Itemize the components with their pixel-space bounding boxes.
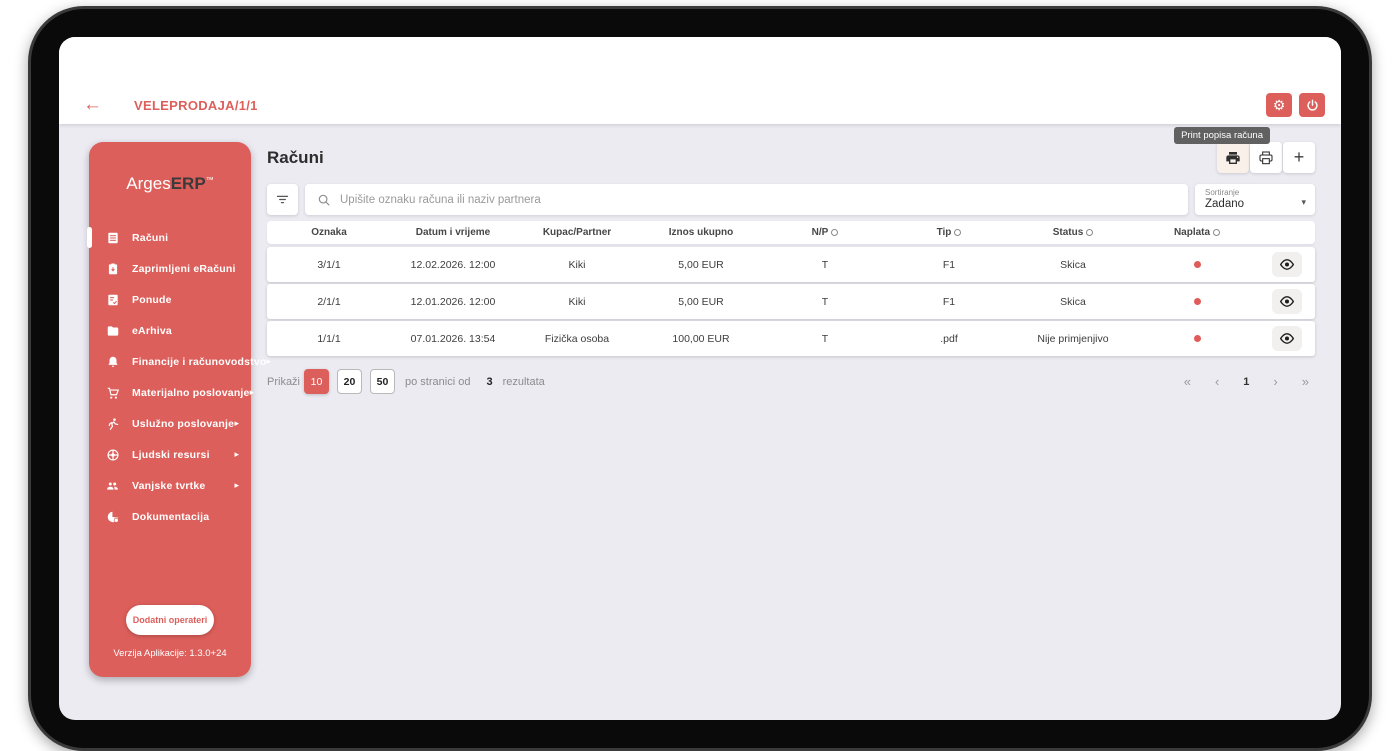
submenu-arrow-icon: ▸ bbox=[234, 418, 239, 429]
running-person-icon bbox=[105, 416, 120, 431]
app-screen: ← VELEPRODAJA/1/1 ⚙ Print popisa računa … bbox=[59, 37, 1341, 720]
additional-operators-button[interactable]: Dodatni operateri bbox=[126, 605, 214, 635]
submenu-arrow-icon: ▸ bbox=[234, 449, 239, 460]
sidebar-item-earhiva[interactable]: eArhiva bbox=[89, 315, 251, 346]
column-datum: Datum i vrijeme bbox=[391, 227, 515, 238]
sidebar-item-ljudski-resursi[interactable]: Ljudski resursi ▸ bbox=[89, 439, 251, 470]
info-icon[interactable] bbox=[954, 229, 961, 236]
sidebar-menu: Računi Zaprimljeni eRačuni Ponude bbox=[89, 222, 251, 532]
eye-icon bbox=[1279, 295, 1295, 308]
table-row[interactable]: 3/1/1 12.02.2026. 12:00 Kiki 5,00 EUR T … bbox=[267, 247, 1315, 282]
documentation-icon bbox=[105, 509, 120, 524]
show-label: Prikaži bbox=[267, 376, 300, 388]
last-page-icon[interactable]: » bbox=[1302, 374, 1309, 389]
printer-outline-icon bbox=[1258, 150, 1274, 166]
back-icon[interactable]: ← bbox=[83, 96, 102, 114]
print-alt-button[interactable] bbox=[1250, 142, 1282, 173]
column-iznos: Iznos ukupno bbox=[639, 227, 763, 238]
table-row[interactable]: 2/1/1 12.01.2026. 12:00 Kiki 5,00 EUR T … bbox=[267, 284, 1315, 319]
column-kupac: Kupac/Partner bbox=[515, 227, 639, 238]
info-icon[interactable] bbox=[1213, 229, 1220, 236]
search-icon bbox=[317, 193, 331, 207]
page-size-50[interactable]: 50 bbox=[370, 369, 395, 394]
current-page: 1 bbox=[1243, 376, 1249, 388]
breadcrumb-title: VELEPRODAJA/1/1 bbox=[134, 98, 258, 113]
chevron-down-icon: ▾ bbox=[1301, 197, 1306, 208]
eye-icon bbox=[1279, 258, 1295, 271]
info-icon[interactable] bbox=[1086, 229, 1093, 236]
sidebar: ArgesERP™ Računi Zaprimljeni eRačuni bbox=[89, 142, 251, 677]
results-label: rezultata bbox=[503, 376, 545, 388]
add-invoice-button[interactable]: + bbox=[1283, 142, 1315, 173]
app-logo: ArgesERP™ bbox=[89, 174, 251, 194]
gear-icon: ⚙ bbox=[1273, 98, 1286, 112]
page-size-20[interactable]: 20 bbox=[337, 369, 362, 394]
sort-label: Sortiranje bbox=[1205, 188, 1307, 197]
received-einvoice-icon bbox=[105, 261, 120, 276]
printer-filled-icon bbox=[1225, 150, 1241, 166]
folder-icon bbox=[105, 323, 120, 338]
sort-select[interactable]: Sortiranje Zadano ▾ bbox=[1195, 184, 1315, 215]
column-np: N/P bbox=[763, 227, 887, 238]
submenu-arrow-icon: ▸ bbox=[267, 356, 272, 367]
search-input[interactable] bbox=[340, 194, 1176, 206]
sidebar-item-ponude[interactable]: Ponude bbox=[89, 284, 251, 315]
submenu-arrow-icon: ▸ bbox=[250, 387, 255, 398]
main-panel: Računi + bbox=[267, 142, 1315, 720]
page-title: Računi bbox=[267, 148, 324, 168]
per-page-label: po stranici od bbox=[405, 376, 470, 388]
column-naplata: Naplata bbox=[1135, 227, 1259, 238]
payment-status-dot bbox=[1194, 335, 1201, 342]
content-area: ArgesERP™ Računi Zaprimljeni eRačuni bbox=[59, 124, 1341, 720]
plus-icon: + bbox=[1294, 147, 1305, 168]
app-version: Verzija Aplikacije: 1.3.0+24 bbox=[89, 648, 251, 659]
cart-icon bbox=[105, 385, 120, 400]
first-page-icon[interactable]: « bbox=[1184, 374, 1191, 389]
print-tooltip: Print popisa računa bbox=[1174, 127, 1270, 144]
table-header: Oznaka Datum i vrijeme Kupac/Partner Izn… bbox=[267, 221, 1315, 244]
payment-status-dot bbox=[1194, 298, 1201, 305]
view-invoice-button[interactable] bbox=[1272, 252, 1302, 277]
payment-status-dot bbox=[1194, 261, 1201, 268]
sidebar-item-zaprimljeni-eracuni[interactable]: Zaprimljeni eRačuni bbox=[89, 253, 251, 284]
view-invoice-button[interactable] bbox=[1272, 289, 1302, 314]
invoice-icon bbox=[105, 230, 120, 245]
wheel-icon bbox=[105, 447, 120, 462]
results-total: 3 bbox=[486, 376, 492, 388]
info-icon[interactable] bbox=[831, 229, 838, 236]
eye-icon bbox=[1279, 332, 1295, 345]
column-tip: Tip bbox=[887, 227, 1011, 238]
print-list-button[interactable] bbox=[1217, 142, 1249, 173]
sidebar-item-materijalno[interactable]: Materijalno poslovanje ▸ bbox=[89, 377, 251, 408]
submenu-arrow-icon: ▸ bbox=[234, 480, 239, 491]
sidebar-item-financije[interactable]: Financije i računovodstvo ▸ bbox=[89, 346, 251, 377]
offers-icon bbox=[105, 292, 120, 307]
filter-icon bbox=[275, 192, 290, 207]
power-icon bbox=[1306, 99, 1319, 112]
column-oznaka: Oznaka bbox=[267, 227, 391, 238]
action-buttons: + bbox=[1216, 142, 1315, 173]
bell-icon bbox=[105, 354, 120, 369]
view-invoice-button[interactable] bbox=[1272, 326, 1302, 351]
top-bar: ← VELEPRODAJA/1/1 ⚙ bbox=[59, 37, 1341, 124]
sort-value: Zadano bbox=[1205, 198, 1307, 210]
sidebar-item-usluzno[interactable]: Uslužno poslovanje ▸ bbox=[89, 408, 251, 439]
logout-button[interactable] bbox=[1299, 93, 1325, 117]
pager-controls: « ‹ 1 › » bbox=[1184, 374, 1309, 389]
page-size-10[interactable]: 10 bbox=[304, 369, 329, 394]
table-row[interactable]: 1/1/1 07.01.2026. 13:54 Fizička osoba 10… bbox=[267, 321, 1315, 356]
sidebar-footer: Dodatni operateri Verzija Aplikacije: 1.… bbox=[89, 605, 251, 677]
sidebar-item-vanjske-tvrtke[interactable]: Vanjske tvrtke ▸ bbox=[89, 470, 251, 501]
settings-button[interactable]: ⚙ bbox=[1266, 93, 1292, 117]
sidebar-item-racuni[interactable]: Računi bbox=[89, 222, 251, 253]
filter-button[interactable] bbox=[267, 184, 298, 215]
pagination: Prikaži 10 20 50 po stranici od 3 rezult… bbox=[267, 369, 1315, 394]
column-status: Status bbox=[1011, 227, 1135, 238]
prev-page-icon[interactable]: ‹ bbox=[1215, 374, 1219, 389]
search-box bbox=[305, 184, 1188, 215]
tablet-frame: ← VELEPRODAJA/1/1 ⚙ Print popisa računa … bbox=[28, 6, 1372, 751]
sidebar-item-dokumentacija[interactable]: Dokumentacija bbox=[89, 501, 251, 532]
group-icon bbox=[105, 478, 120, 493]
next-page-icon[interactable]: › bbox=[1273, 374, 1277, 389]
